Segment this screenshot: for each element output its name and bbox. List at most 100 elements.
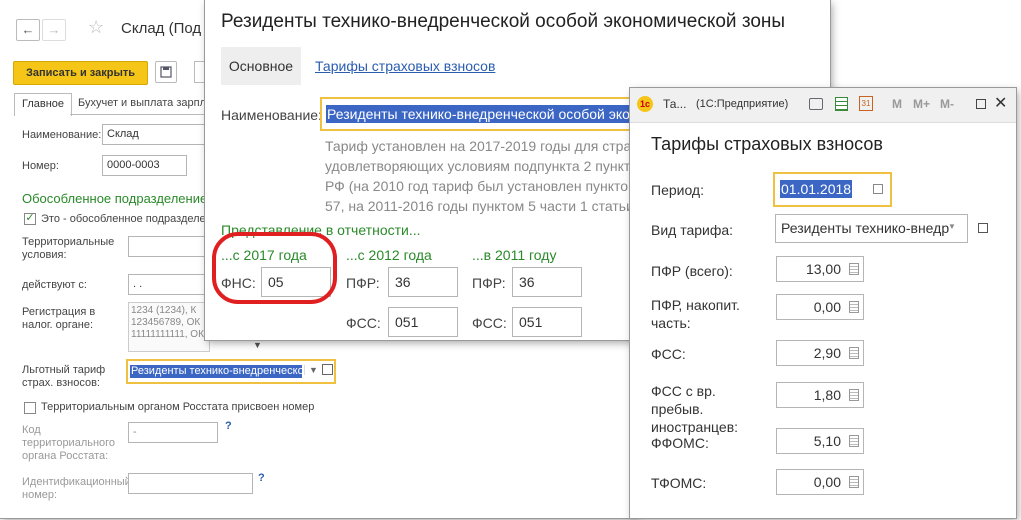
territorial-label: Территориальные условия: bbox=[22, 236, 115, 261]
rate-label-fss: ФСС: bbox=[651, 346, 686, 362]
registration-dropdown-icon[interactable]: ▼ bbox=[253, 340, 262, 350]
maximize-icon[interactable] bbox=[976, 99, 986, 109]
rate-field-ffoms[interactable]: 5,10 bbox=[776, 428, 864, 454]
calculator-icon[interactable] bbox=[849, 347, 859, 359]
fss-2012-field[interactable]: 051 bbox=[388, 307, 458, 337]
memory-m-button[interactable]: M bbox=[892, 97, 902, 111]
open-icon[interactable] bbox=[322, 364, 333, 375]
description-line: Тариф установлен на 2017-2019 годы для с… bbox=[325, 138, 639, 154]
calculator-icon[interactable] bbox=[849, 301, 859, 313]
tariff-type-value: Резиденты технико-внедр bbox=[781, 220, 950, 236]
territorial-field[interactable] bbox=[128, 236, 210, 257]
description-line: РФ (на 2010 год тариф был установлен пун… bbox=[325, 178, 638, 194]
pfr-label-2011: ПФР: bbox=[472, 275, 506, 291]
fss-label-2011: ФСС: bbox=[472, 315, 507, 331]
window-title: Та... bbox=[663, 97, 687, 111]
tab-insurance-rates[interactable]: Тарифы страховых взносов bbox=[315, 58, 495, 74]
calendar-icon[interactable]: 31 bbox=[859, 96, 873, 111]
pfr-2012-field[interactable]: 36 bbox=[388, 267, 458, 297]
window-title: Склад (Под bbox=[121, 20, 202, 37]
rosstat-code-label: Код территориального органа Росстата: bbox=[22, 424, 116, 462]
calculator-icon[interactable] bbox=[849, 435, 859, 447]
print-icon[interactable] bbox=[809, 98, 823, 110]
calculator-icon[interactable] bbox=[835, 97, 848, 111]
name-field[interactable]: Склад bbox=[102, 124, 210, 145]
calculator-icon[interactable] bbox=[849, 476, 859, 488]
tab-accounting[interactable]: Бухучет и выплата зарпл bbox=[78, 93, 208, 113]
rate-label-tfoms: ТФОМС: bbox=[651, 475, 707, 491]
close-icon[interactable]: ✕ bbox=[994, 93, 1007, 113]
description-line: удовлетворяющих условиям подпункта 2 пун… bbox=[325, 158, 631, 174]
number-label: Номер: bbox=[22, 160, 59, 172]
calendar-icon[interactable] bbox=[873, 184, 883, 194]
favorite-star-icon[interactable]: ☆ bbox=[88, 17, 104, 38]
chevron-down-icon[interactable]: ▼ bbox=[948, 222, 956, 231]
rosstat-checkbox[interactable] bbox=[24, 402, 36, 414]
rate-label-pfr-total: ПФР (всего): bbox=[651, 263, 733, 279]
calculator-icon[interactable] bbox=[849, 263, 859, 275]
form-heading: Тарифы страховых взносов bbox=[651, 134, 883, 154]
memory-minus-button[interactable]: M- bbox=[940, 97, 954, 111]
separate-checkbox-label: Это - обособленное подразделен bbox=[41, 213, 212, 225]
rate-value: 13,00 bbox=[805, 261, 841, 277]
registration-field[interactable]: 1234 (1234), К 123456789, ОК 11111111111… bbox=[128, 302, 210, 352]
pfr-2011-field[interactable]: 36 bbox=[512, 267, 582, 297]
id-help-icon[interactable]: ? bbox=[258, 472, 265, 484]
rate-field-pfr-accum[interactable]: 0,00 bbox=[776, 294, 864, 320]
calculator-icon[interactable] bbox=[849, 389, 859, 401]
rate-value: 2,90 bbox=[813, 345, 841, 361]
forward-button[interactable]: → bbox=[42, 19, 66, 41]
column-header-2012: ...с 2012 года bbox=[346, 247, 432, 263]
rosstat-help-icon[interactable]: ? bbox=[225, 420, 232, 432]
rosstat-checkbox-label: Территориальным органом Росстата присвое… bbox=[41, 401, 315, 413]
save-icon[interactable] bbox=[155, 61, 177, 83]
description-text: Тариф установлен на 2017-2019 годы для с… bbox=[325, 136, 638, 216]
name-field[interactable]: Резиденты технико-внедренческой особой э… bbox=[320, 97, 640, 131]
period-field[interactable]: 01.01.2018 bbox=[773, 172, 892, 207]
number-field[interactable]: 0000-0003 bbox=[102, 155, 187, 176]
rate-field-pfr-total[interactable]: 13,00 bbox=[776, 256, 864, 282]
name-label: Наименование: bbox=[221, 107, 322, 123]
tab-main[interactable]: Главное bbox=[14, 93, 72, 116]
rate-value: 5,10 bbox=[813, 433, 841, 449]
memory-plus-button[interactable]: M+ bbox=[913, 97, 930, 111]
name-value: Резиденты технико-внедренческой особой э… bbox=[326, 105, 638, 123]
rosstat-code-field[interactable]: - bbox=[128, 422, 218, 443]
fss-2011-field[interactable]: 051 bbox=[512, 307, 582, 337]
rate-value: 0,00 bbox=[813, 299, 841, 315]
tab-main[interactable]: Основное bbox=[221, 47, 301, 85]
registration-line: 1234 (1234), К bbox=[131, 305, 197, 316]
valid-from-label: действуют с: bbox=[22, 279, 87, 291]
title-bar: 1c Та... (1С:Предприятие) 31 M M+ M- ✕ bbox=[630, 88, 1016, 123]
separate-checkbox[interactable]: ✓ bbox=[24, 213, 36, 225]
registration-label: Регистрация в налог. органе: bbox=[22, 306, 96, 331]
period-label: Период: bbox=[651, 182, 704, 198]
id-number-label: Идентификационный номер: bbox=[22, 476, 131, 501]
back-button[interactable]: ← bbox=[16, 19, 40, 41]
rate-field-tfoms[interactable]: 0,00 bbox=[776, 469, 864, 495]
id-number-field[interactable] bbox=[128, 473, 253, 494]
column-header-2011: ...в 2011 году bbox=[472, 247, 557, 263]
chevron-down-icon[interactable]: ▼ bbox=[304, 365, 318, 375]
tariff-label: Льготный тариф страх. взносов: bbox=[22, 364, 106, 389]
rate-value: 1,80 bbox=[813, 387, 841, 403]
description-line: 57, на 2011-2016 годы пунктом 5 части 1 … bbox=[325, 198, 634, 214]
registration-line: 11111111111, ОКТМО bbox=[131, 329, 209, 340]
rate-label-ffoms: ФФОМС: bbox=[651, 435, 709, 451]
tariff-type-field[interactable]: Резиденты технико-внедр ▼ bbox=[775, 214, 968, 243]
registration-line: 123456789, ОК bbox=[131, 317, 201, 328]
name-label: Наименование: bbox=[22, 129, 102, 141]
rate-value: 0,00 bbox=[813, 474, 841, 490]
fss-label-2012: ФСС: bbox=[346, 315, 381, 331]
tariff-field[interactable]: Резиденты технико-внедренческо ▼ bbox=[126, 359, 336, 384]
section-title: Обособленное подразделение bbox=[22, 191, 208, 206]
save-and-close-button[interactable]: Записать и закрыть bbox=[13, 61, 148, 85]
open-icon[interactable] bbox=[978, 223, 988, 233]
rate-label-fss-foreign: ФСС с вр. пребыв. иностранцев: bbox=[651, 383, 739, 435]
rate-label-pfr-accum: ПФР, накопит. часть: bbox=[651, 297, 740, 331]
valid-from-field[interactable]: . . bbox=[128, 274, 210, 295]
rate-field-fss[interactable]: 2,90 bbox=[776, 340, 864, 366]
tabs-divider bbox=[70, 114, 210, 115]
insurance-rates-window: 1c Та... (1С:Предприятие) 31 M M+ M- ✕ Т… bbox=[630, 88, 1016, 518]
rate-field-fss-foreign[interactable]: 1,80 bbox=[776, 382, 864, 408]
